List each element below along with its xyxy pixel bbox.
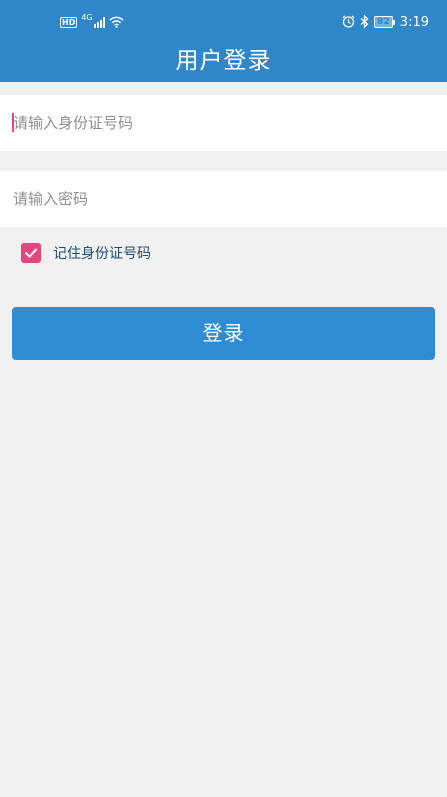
clock: 3:19 xyxy=(399,14,429,30)
id-number-field[interactable]: 请输入身份证号码 xyxy=(0,95,447,151)
battery-icon: 82 xyxy=(374,16,395,28)
app-header: HD 4G 82 3:19 用户登录 xyxy=(0,0,447,82)
id-number-placeholder: 请输入身份证号码 xyxy=(13,114,134,132)
status-bar: HD 4G 82 3:19 xyxy=(0,0,447,44)
bluetooth-icon xyxy=(360,13,369,32)
remember-checkbox[interactable] xyxy=(21,243,41,263)
remember-id-option[interactable]: 记住身份证号码 xyxy=(21,243,151,263)
login-button[interactable]: 登录 xyxy=(12,307,435,360)
hd-badge: HD xyxy=(60,16,78,28)
status-bar-right: 82 3:19 xyxy=(342,12,429,32)
check-icon xyxy=(25,248,37,258)
wifi-icon xyxy=(109,16,124,28)
alarm-icon xyxy=(342,13,355,32)
page-title: 用户登录 xyxy=(175,48,272,74)
remember-label: 记住身份证号码 xyxy=(53,246,151,262)
password-placeholder: 请输入密码 xyxy=(13,190,89,208)
battery-level: 82 xyxy=(374,16,393,28)
password-field[interactable]: 请输入密码 xyxy=(0,171,447,227)
network-type: 4G xyxy=(81,12,93,22)
status-bar-left: HD 4G xyxy=(60,12,124,32)
signal-icon xyxy=(93,16,105,28)
